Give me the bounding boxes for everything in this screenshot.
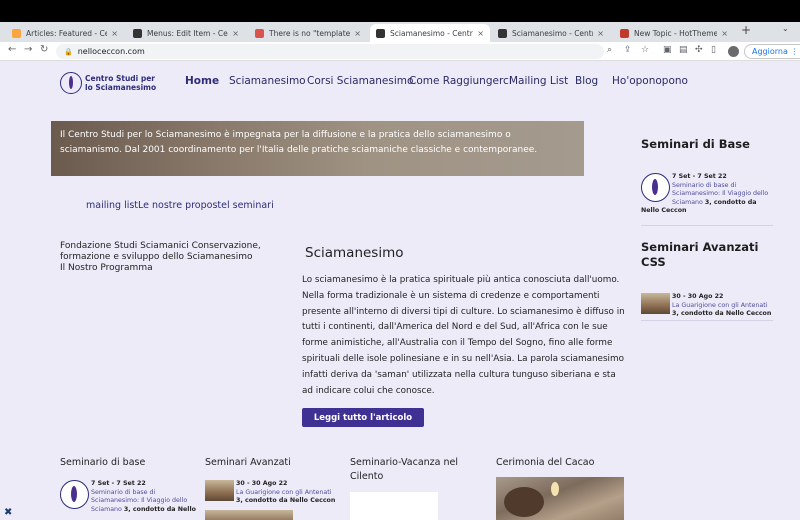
event-date: 7 Set - 7 Set 22	[672, 173, 727, 180]
site-favicon-icon	[376, 28, 385, 38]
joomla-icon[interactable]: ✖	[4, 507, 12, 518]
joomla-icon	[12, 28, 21, 38]
event-thumbnail	[641, 293, 670, 314]
close-icon[interactable]: ×	[597, 29, 604, 38]
nav-corsi-sciamanesimo[interactable]: Corsi Sciamanesimo	[307, 75, 413, 87]
column-base-item[interactable]: 7 Set - 7 Set 22 Seminario di base di Sc…	[60, 480, 200, 514]
tab-search-icon[interactable]: ⌄	[782, 24, 789, 33]
hotthemes-icon	[620, 28, 629, 38]
divider	[641, 225, 773, 226]
event-host: 3, condotto da Nello	[123, 505, 196, 513]
close-icon[interactable]: ×	[721, 29, 728, 38]
sidebar-base-item[interactable]: 7 Set - 7 Set 22 Seminario di base di Sc…	[641, 173, 773, 216]
column-base-title: Seminario di base	[60, 457, 146, 468]
nav-home[interactable]: Home	[185, 75, 219, 87]
nav-come-raggiungerci[interactable]: Come Raggiungerci	[409, 75, 512, 87]
new-tab-button[interactable]: +	[741, 23, 751, 37]
event-link[interactable]: La Guarigione con gli Antenati	[672, 302, 767, 309]
update-button[interactable]: Aggiorna ⋮	[744, 44, 800, 59]
back-icon[interactable]: ←	[8, 44, 16, 55]
nav-sciamanesimo[interactable]: Sciamanesimo	[229, 75, 306, 87]
menu-icon: ⋮	[790, 47, 799, 56]
tab-sciamanesimo[interactable]: Sciamanesimo - Centro Studi... ×	[492, 24, 610, 42]
error-page-icon	[255, 28, 264, 38]
share-icon[interactable]: ⇪	[624, 45, 632, 55]
quick-links[interactable]: mailing listLe nostre propostel seminari	[86, 200, 274, 211]
holiday-image-placeholder	[350, 492, 438, 520]
address-bar[interactable]: 🔒 nelloceccon.com	[56, 44, 604, 59]
event-date: 7 Set - 7 Set 22	[91, 480, 146, 487]
lock-icon: 🔒	[64, 47, 73, 56]
tab-strip: Articles: Featured - Centro Studi... × M…	[0, 22, 800, 42]
sidebar-icon[interactable]: ▯	[711, 45, 716, 55]
browser-toolbar: ← → ↻ 🔒 nelloceccon.com ⌕ ⇪ ☆ ▣ ▤ ✣ ▯ Ag…	[0, 42, 800, 61]
close-icon[interactable]: ×	[232, 29, 239, 38]
tab-title: Sciamanesimo - Centro Studi...	[512, 28, 593, 38]
reload-icon[interactable]: ↻	[40, 44, 48, 55]
forward-icon[interactable]: →	[24, 44, 32, 55]
logo-eye-icon	[641, 173, 670, 202]
site-favicon-icon	[498, 28, 507, 38]
foundation-line: formazione e sviluppo dello Sciamanesimo	[60, 252, 253, 262]
nav-mailing-list[interactable]: Mailing List	[509, 75, 568, 87]
divider	[641, 320, 773, 321]
tab-menus[interactable]: Menus: Edit Item - Centro Studi... ×	[127, 24, 245, 42]
update-label: Aggiorna	[752, 47, 788, 56]
tab-title: New Topic - HotThemes Forum...	[634, 28, 718, 38]
extension-icon[interactable]: ▤	[679, 45, 688, 55]
site-logo[interactable]: Centro Studi per lo Sciamanesimo	[60, 72, 165, 94]
page-content: Centro Studi per lo Sciamanesimo Home Sc…	[0, 61, 800, 520]
close-icon[interactable]: ×	[111, 29, 118, 38]
close-icon[interactable]: ×	[354, 29, 361, 38]
column-advanced-item[interactable]: 30 - 30 Ago 22 La Guarigione con gli Ant…	[205, 480, 340, 506]
tab-title: Menus: Edit Item - Centro Studi...	[147, 28, 228, 38]
tab-sciamanesimo-active[interactable]: Sciamanesimo - Centro Studi... ×	[370, 24, 490, 42]
os-top-bar	[0, 0, 800, 22]
sidebar-advanced-item[interactable]: 30 - 30 Ago 22 La Guarigione con gli Ant…	[641, 293, 773, 319]
tab-title: There is no "template.cassiopeia...	[269, 28, 351, 38]
hero-text: Il Centro Studi per lo Sciamanesimo è im…	[60, 130, 538, 155]
nav-hooponopono[interactable]: Ho'oponopono	[612, 75, 688, 87]
profile-avatar[interactable]	[728, 46, 739, 57]
event-host: 3, condotto da Nello Ceccon	[672, 310, 772, 317]
foundation-block: Fondazione Studi Sciamanici Conservazion…	[60, 241, 270, 274]
url-text: nelloceccon.com	[77, 47, 145, 56]
article-title: Sciamanesimo	[305, 245, 404, 261]
puzzle-icon[interactable]: ✣	[695, 45, 703, 55]
event-thumbnail	[205, 480, 234, 501]
logo-eye-icon	[60, 480, 89, 509]
foundation-line: Fondazione Studi Sciamanici Conservazion…	[60, 241, 261, 251]
close-icon[interactable]: ×	[477, 29, 484, 38]
event-host: 3, condotto da Nello Ceccon	[236, 497, 336, 504]
extension-icon[interactable]: ▣	[663, 45, 672, 55]
zoom-icon[interactable]: ⌕	[607, 45, 612, 55]
event-photo	[205, 510, 293, 520]
site-favicon-icon	[133, 28, 142, 38]
column-advanced-title: Seminari Avanzati	[205, 457, 291, 468]
column-cacao-title: Cerimonia del Cacao	[496, 457, 595, 468]
event-date: 30 - 30 Ago 22	[236, 480, 288, 487]
read-more-button[interactable]: Leggi tutto l'articolo	[302, 408, 424, 427]
bookmark-star-icon[interactable]: ☆	[641, 45, 649, 55]
logo-eye-icon	[60, 72, 82, 94]
nav-blog[interactable]: Blog	[575, 75, 598, 87]
tab-title: Articles: Featured - Centro Studi...	[26, 28, 108, 38]
hero-banner: Il Centro Studi per lo Sciamanesimo è im…	[51, 121, 584, 176]
cacao-ceremony-photo	[496, 477, 624, 520]
tab-hotthemes[interactable]: New Topic - HotThemes Forum... ×	[614, 24, 734, 42]
article-body: Lo sciamanesimo è la pratica spirituale …	[302, 275, 625, 396]
tab-articles[interactable]: Articles: Featured - Centro Studi... ×	[6, 24, 124, 42]
tab-template-error[interactable]: There is no "template.cassiopeia... ×	[249, 24, 367, 42]
logo-text: Centro Studi per lo Sciamanesimo	[85, 74, 157, 92]
sidebar-advanced-title: Seminari Avanzati CSS	[641, 240, 759, 269]
column-holiday-title: Seminario-Vacanza nel Cilento	[350, 457, 458, 482]
event-link[interactable]: La Guarigione con gli Antenati	[236, 489, 331, 496]
program-link[interactable]: Il Nostro Programma	[60, 263, 270, 274]
tab-title: Sciamanesimo - Centro Studi...	[390, 28, 473, 38]
sidebar-base-title: Seminari di Base	[641, 137, 750, 151]
event-date: 30 - 30 Ago 22	[672, 293, 724, 300]
